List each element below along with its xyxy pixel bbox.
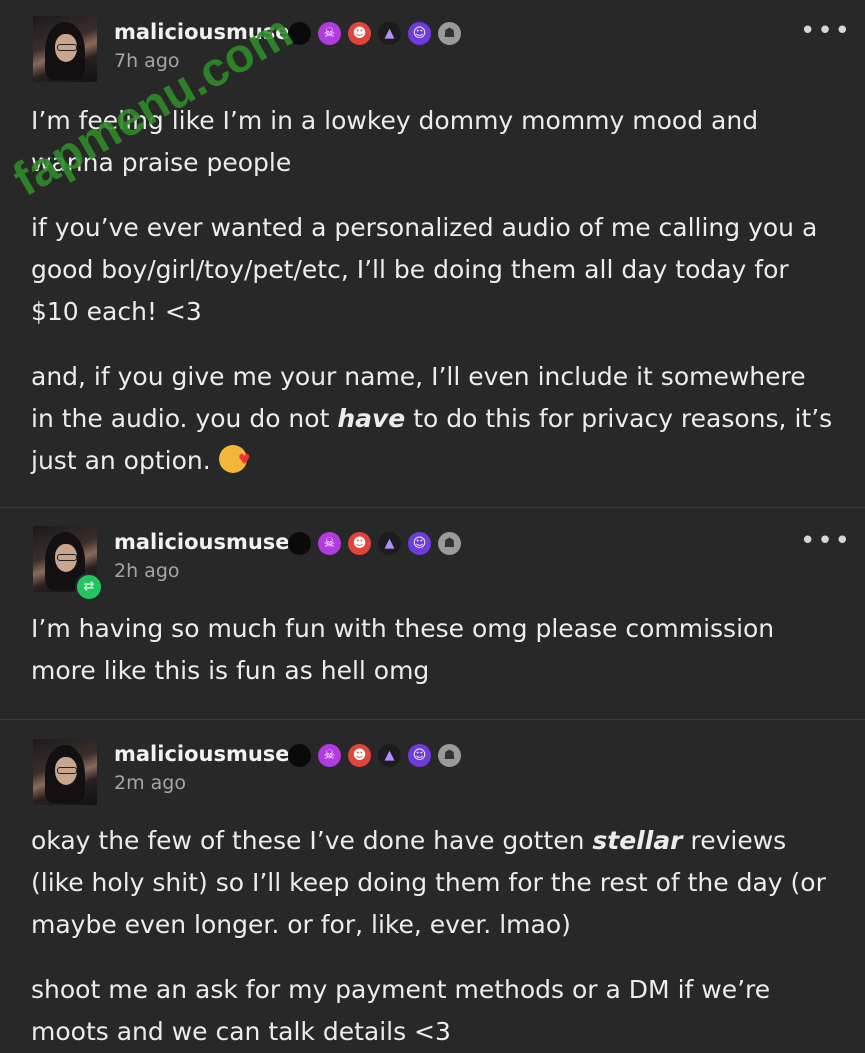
- badge-row: ☠ ☻ ▲ ☺ ☗: [288, 532, 461, 555]
- smiling-hearts-emoji: [218, 439, 251, 481]
- statue-icon: ☗: [438, 532, 461, 555]
- black-dot-icon: [288, 744, 311, 767]
- statue-icon: ☗: [438, 744, 461, 767]
- paragraph: if you’ve ever wanted a personalized aud…: [31, 213, 818, 326]
- more-icon[interactable]: •••: [800, 526, 852, 556]
- avatar[interactable]: [33, 739, 97, 805]
- demon-icon: ☻: [348, 532, 371, 555]
- skull-icon: ☠: [318, 744, 341, 767]
- post-1: maliciousmuse ☠ ☻ ▲ ☺ ☗ 7h ago ••• I’m f…: [0, 0, 865, 508]
- badge-row: ☠ ☻ ▲ ☺ ☗: [288, 744, 461, 767]
- skull-icon: ☠: [318, 532, 341, 555]
- demon-icon: ☻: [348, 744, 371, 767]
- post-body: I’m having so much fun with these omg pl…: [0, 598, 865, 692]
- timestamp: 2h ago: [114, 560, 180, 582]
- timestamp: 2m ago: [114, 772, 186, 794]
- username[interactable]: maliciousmuse: [114, 742, 290, 766]
- statue-icon: ☗: [438, 22, 461, 45]
- demon-icon: ☻: [348, 22, 371, 45]
- ghost-icon: ☺: [408, 744, 431, 767]
- post-header: maliciousmuse ☠ ☻ ▲ ☺ ☗ 7h ago •••: [0, 0, 865, 90]
- username[interactable]: maliciousmuse: [114, 530, 290, 554]
- post-body: okay the few of these I’ve done have got…: [0, 810, 865, 1053]
- witch-icon: ▲: [378, 22, 401, 45]
- more-icon[interactable]: •••: [800, 16, 852, 46]
- paragraph: okay the few of these I’ve done have got…: [31, 826, 826, 939]
- post-header: maliciousmuse ☠ ☻ ▲ ☺ ☗ 2h ago •••: [0, 508, 865, 598]
- witch-icon: ▲: [378, 744, 401, 767]
- paragraph: I’m having so much fun with these omg pl…: [31, 614, 775, 685]
- skull-icon: ☠: [318, 22, 341, 45]
- badge-row: ☠ ☻ ▲ ☺ ☗: [288, 22, 461, 45]
- post-3: maliciousmuse ☠ ☻ ▲ ☺ ☗ 2m ago okay the …: [0, 720, 865, 1046]
- avatar[interactable]: [33, 16, 97, 82]
- post-header: maliciousmuse ☠ ☻ ▲ ☺ ☗ 2m ago: [0, 720, 865, 810]
- ghost-icon: ☺: [408, 22, 431, 45]
- paragraph: and, if you give me your name, I’ll even…: [31, 356, 835, 482]
- reblog-icon: ⇄: [75, 573, 103, 601]
- ghost-icon: ☺: [408, 532, 431, 555]
- post-2: maliciousmuse ☠ ☻ ▲ ☺ ☗ 2h ago ••• I’m h…: [0, 508, 865, 720]
- witch-icon: ▲: [378, 532, 401, 555]
- black-dot-icon: [288, 532, 311, 555]
- paragraph: shoot me an ask for my payment methods o…: [31, 975, 771, 1046]
